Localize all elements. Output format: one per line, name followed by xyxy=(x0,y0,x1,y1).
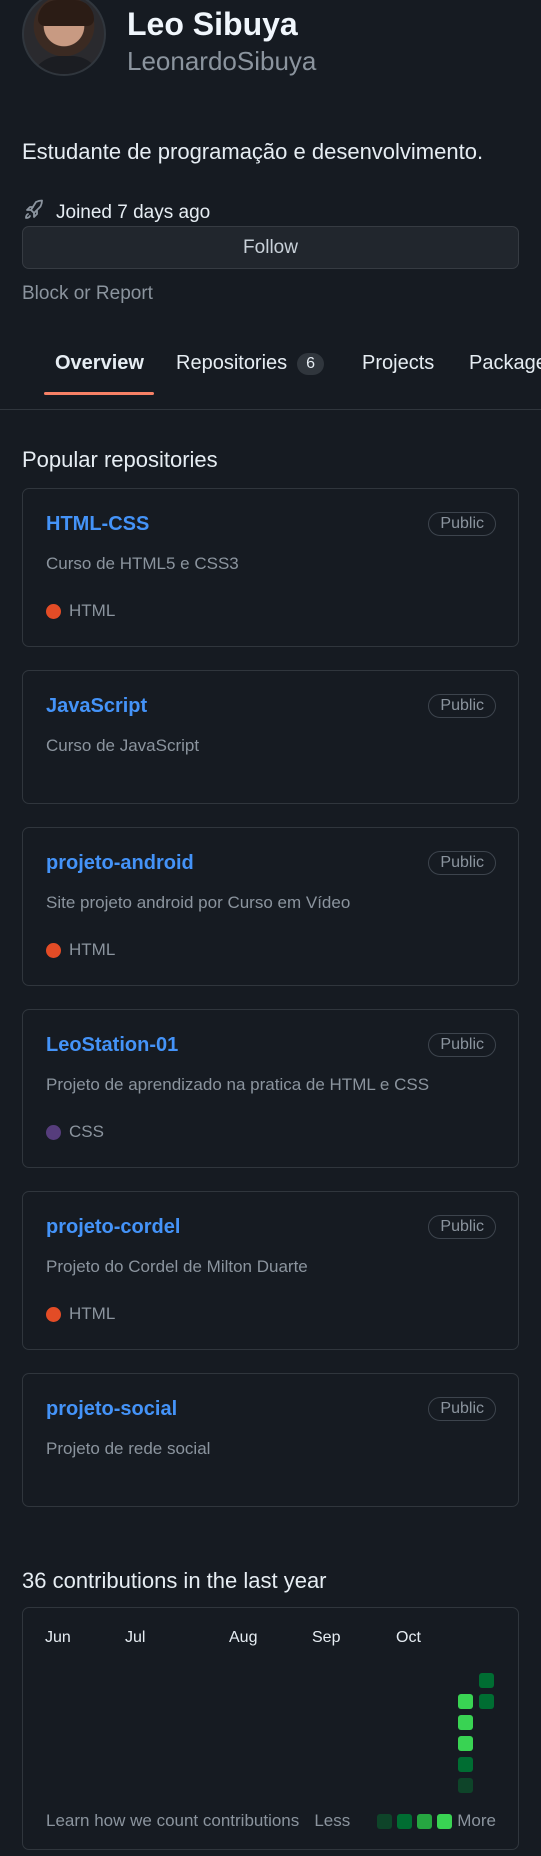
repo-card: projeto-cordel Public Projeto do Cordel … xyxy=(22,1191,519,1350)
repo-name-link[interactable]: projeto-social xyxy=(46,1398,177,1421)
rocket-icon xyxy=(22,198,46,228)
profile-bio: Estudante de programação e desenvolvimen… xyxy=(22,139,484,164)
month-label: Oct xyxy=(396,1629,421,1646)
repo-description: Projeto do Cordel de Milton Duarte xyxy=(46,1257,308,1276)
contribution-cell[interactable] xyxy=(479,1673,494,1688)
visibility-badge: Public xyxy=(428,1215,496,1239)
repo-name-link[interactable]: projeto-cordel xyxy=(46,1216,180,1239)
tab-projects[interactable]: Projects xyxy=(362,352,434,375)
visibility-badge: Public xyxy=(428,512,496,536)
visibility-badge: Public xyxy=(428,694,496,718)
legend-level-3 xyxy=(417,1813,433,1829)
legend-less-label: Less xyxy=(314,1811,351,1830)
profile-tabs: Overview Repositories 6 Projects Package… xyxy=(0,340,541,410)
contribution-cell[interactable] xyxy=(458,1778,473,1793)
follow-button[interactable]: Follow xyxy=(22,226,519,269)
repo-description: Site projeto android por Curso em Vídeo xyxy=(46,893,351,912)
avatar-hair xyxy=(38,0,94,26)
contribution-cell[interactable] xyxy=(458,1736,473,1751)
tab-projects-label: Projects xyxy=(362,352,435,374)
language-color-dot xyxy=(46,1306,61,1322)
repo-language: CSS xyxy=(46,1122,104,1142)
language-color-dot xyxy=(46,1124,61,1140)
month-label: Aug xyxy=(229,1629,258,1646)
repo-language: HTML xyxy=(46,1304,115,1324)
repo-description: Curso de JavaScript xyxy=(46,736,200,755)
joined-text: Joined 7 days ago xyxy=(56,202,211,223)
tab-packages-label: Packages xyxy=(469,352,541,374)
repo-card: HTML-CSS Public Curso de HTML5 e CSS3 HT… xyxy=(22,488,519,647)
repo-card: LeoStation-01 Public Projeto de aprendiz… xyxy=(22,1009,519,1168)
contribution-cell[interactable] xyxy=(458,1757,473,1772)
visibility-badge: Public xyxy=(428,851,496,875)
repositories-count-badge: 6 xyxy=(297,352,325,375)
repo-card: projeto-social Public Projeto de rede so… xyxy=(22,1373,519,1507)
repo-name-link[interactable]: HTML-CSS xyxy=(46,513,149,536)
month-label: Sep xyxy=(312,1629,341,1646)
repo-card: projeto-android Public Site projeto andr… xyxy=(22,827,519,986)
language-label: HTML xyxy=(69,601,116,620)
language-color-dot xyxy=(46,942,61,958)
tab-overview-label: Overview xyxy=(55,352,144,374)
active-tab-underline xyxy=(44,392,154,395)
repo-description: Projeto de rede social xyxy=(46,1439,211,1458)
legend-level-1 xyxy=(377,1813,393,1829)
legend-more-label: More xyxy=(457,1811,496,1830)
contribution-cell[interactable] xyxy=(458,1694,473,1709)
visibility-badge: Public xyxy=(428,1397,496,1421)
repo-name-link[interactable]: LeoStation-01 xyxy=(46,1034,178,1057)
repo-language: HTML xyxy=(46,601,115,621)
contribution-legend: Less More xyxy=(314,1811,496,1831)
block-or-report-link[interactable]: Block or Report xyxy=(22,283,153,305)
visibility-badge: Public xyxy=(428,1033,496,1057)
profile-name: Leo Sibuya xyxy=(127,6,298,42)
language-label: CSS xyxy=(69,1122,104,1141)
contribution-graph: Jun Jul Aug Sep Oct Learn how we count c… xyxy=(22,1607,519,1850)
contributions-title: 36 contributions in the last year xyxy=(22,1568,327,1593)
learn-contributions-link[interactable]: Learn how we count contributions xyxy=(46,1811,299,1831)
language-label: HTML xyxy=(69,1304,116,1323)
tab-repositories-label: Repositories xyxy=(176,352,288,374)
language-color-dot xyxy=(46,603,61,619)
language-label: HTML xyxy=(69,940,116,959)
repo-description: Projeto de aprendizado na pratica de HTM… xyxy=(46,1075,430,1094)
tab-packages[interactable]: Packages xyxy=(469,352,541,375)
avatar[interactable] xyxy=(22,0,106,76)
repo-card: JavaScript Public Curso de JavaScript xyxy=(22,670,519,804)
avatar-shirt xyxy=(30,56,102,74)
month-label: Jun xyxy=(45,1629,71,1646)
legend-level-4 xyxy=(437,1813,453,1829)
tab-repositories[interactable]: Repositories 6 xyxy=(176,352,325,375)
joined-info: Joined 7 days ago xyxy=(22,198,210,228)
legend-level-2 xyxy=(397,1813,413,1829)
repo-name-link[interactable]: projeto-android xyxy=(46,852,194,875)
repo-description: Curso de HTML5 e CSS3 xyxy=(46,554,239,573)
profile-login: LeonardoSibuya xyxy=(127,46,317,76)
repo-language: HTML xyxy=(46,940,115,960)
contribution-cell[interactable] xyxy=(479,1694,494,1709)
popular-repositories-title: Popular repositories xyxy=(22,447,218,472)
contribution-cell[interactable] xyxy=(458,1715,473,1730)
tab-overview[interactable]: Overview xyxy=(55,352,144,375)
repo-name-link[interactable]: JavaScript xyxy=(46,695,147,718)
month-label: Jul xyxy=(125,1629,146,1646)
